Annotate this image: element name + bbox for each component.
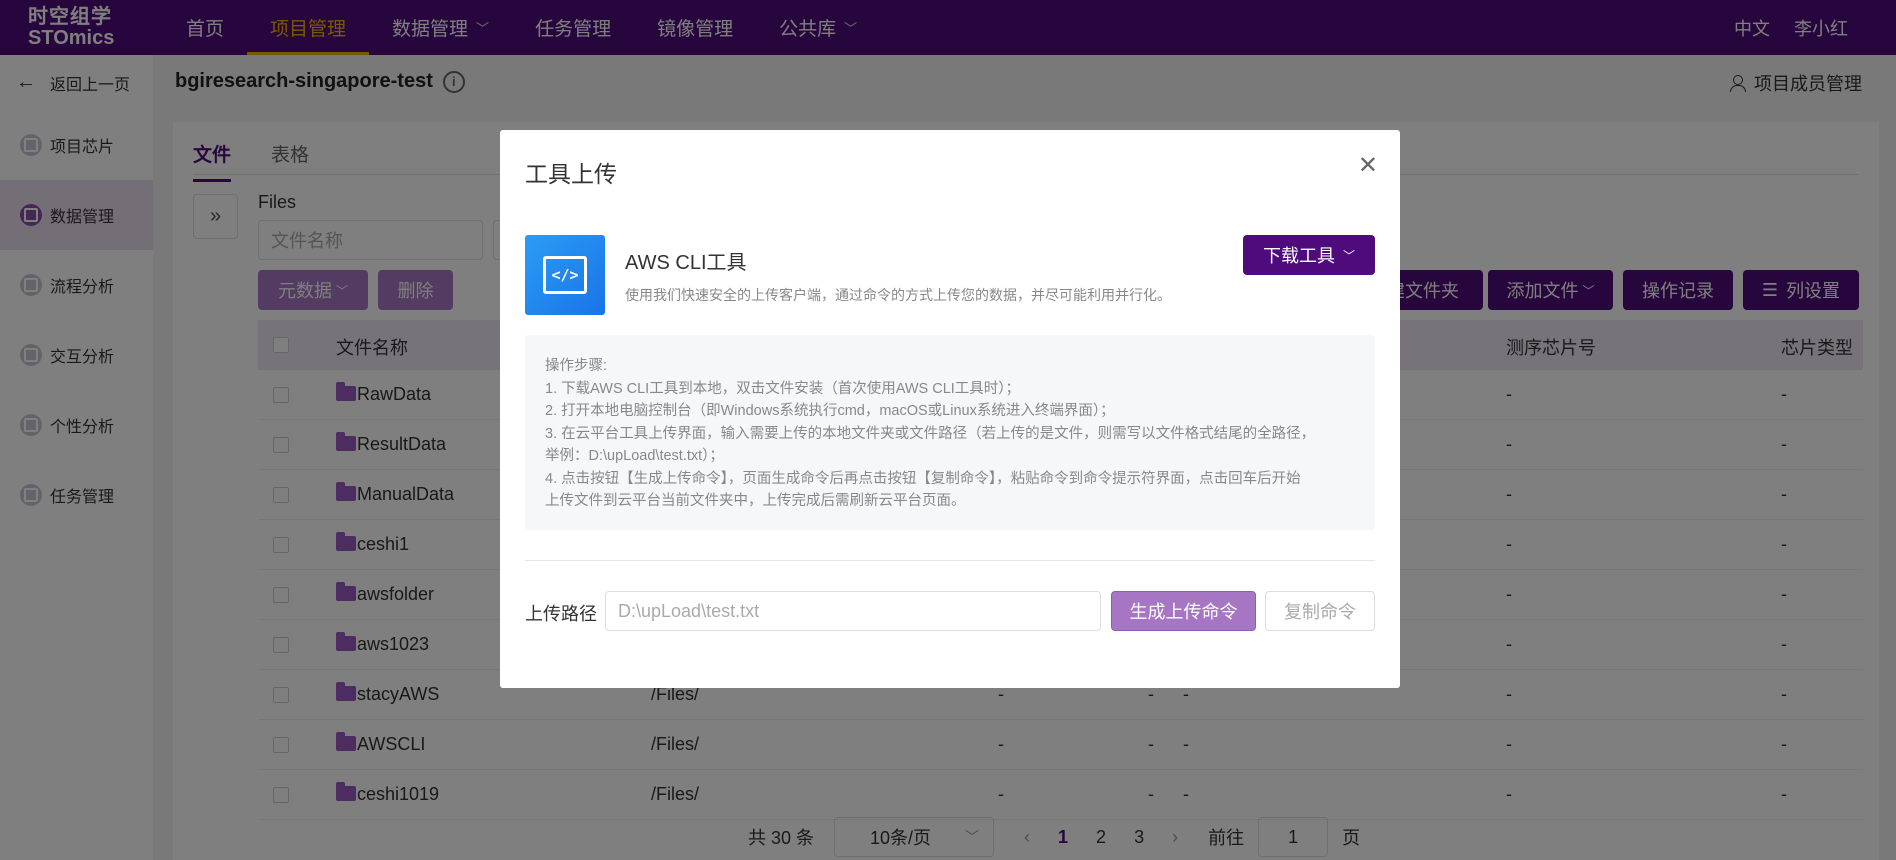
tool-name: AWS CLI工具 <box>625 252 747 274</box>
download-tool-button[interactable]: 下载工具 ﹀ <box>1243 235 1375 275</box>
tool-upload-dialog: 工具上传 ✕ </> AWS CLI工具 使用我们快速安全的上传客户端，通过命令… <box>500 130 1400 688</box>
tool-description: 使用我们快速安全的上传客户端，通过命令的方式上传您的数据，并尽可能利用并行化。 <box>625 287 1171 303</box>
chevron-down-icon: ﹀ <box>1342 248 1355 263</box>
dialog-title: 工具上传 <box>525 161 617 187</box>
code-icon: </> <box>525 235 605 315</box>
dialog-divider <box>525 560 1375 561</box>
upload-path-input[interactable]: D:\upLoad\test.txt <box>605 591 1101 631</box>
close-icon[interactable]: ✕ <box>1358 154 1378 178</box>
steps-panel: 操作步骤: 1. 下载AWS CLI工具到本地，双击文件安装（首次使用AWS C… <box>525 335 1375 530</box>
copy-command-button[interactable]: 复制命令 <box>1265 591 1375 631</box>
upload-path-label: 上传路径 <box>525 604 597 624</box>
generate-command-button[interactable]: 生成上传命令 <box>1111 591 1256 631</box>
